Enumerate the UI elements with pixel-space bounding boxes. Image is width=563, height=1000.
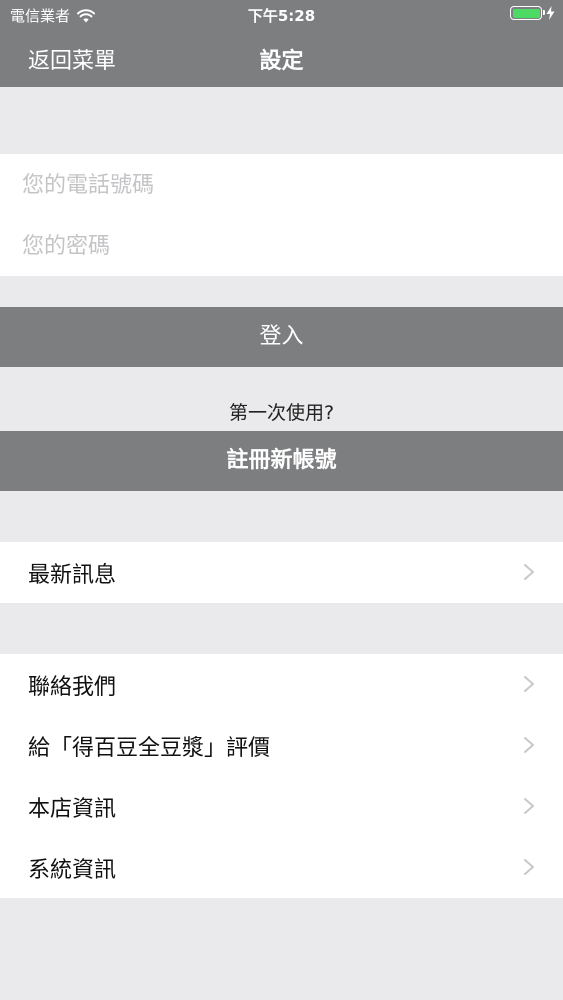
battery-fill — [512, 8, 540, 18]
chevron-right-icon — [524, 798, 534, 814]
password-input[interactable] — [22, 226, 542, 266]
login-form — [0, 154, 563, 276]
menu-item-label: 給「得百豆全豆漿」評價 — [28, 736, 271, 761]
page-title: 設定 — [259, 49, 304, 74]
menu-item-label: 系統資訊 — [28, 858, 117, 883]
menu-item-store-info[interactable]: 本店資訊 — [0, 776, 563, 837]
charging-bolt-icon — [546, 6, 555, 20]
register-button[interactable]: 註冊新帳號 — [0, 431, 563, 491]
menu-item-system-info[interactable]: 系統資訊 — [0, 837, 563, 898]
chevron-right-icon — [524, 737, 534, 753]
chevron-right-icon — [524, 859, 534, 875]
battery-indicator — [510, 6, 555, 20]
menu-item-contact-us[interactable]: 聯絡我們 — [0, 654, 563, 715]
first-time-prompt: 第一次使用? — [228, 402, 335, 424]
phone-input[interactable] — [22, 165, 542, 205]
battery-icon — [510, 6, 545, 20]
menu-item-news[interactable]: 最新訊息 — [0, 542, 563, 603]
chevron-right-icon — [524, 564, 534, 580]
menu-item-label: 最新訊息 — [28, 563, 117, 588]
chevron-right-icon — [524, 676, 534, 692]
menu-item-label: 聯絡我們 — [28, 675, 117, 700]
menu-item-label: 本店資訊 — [28, 797, 117, 822]
menu-group-info: 聯絡我們 給「得百豆全豆漿」評價 本店資訊 系統資訊 — [0, 654, 563, 898]
status-time: 下午5:28 — [247, 7, 316, 25]
status-bar: 電信業者 下午5:28 — [0, 0, 563, 30]
login-button[interactable]: 登入 — [0, 307, 563, 367]
navigation-header: 電信業者 下午5:28 返回菜單 設定 — [0, 0, 563, 87]
menu-group-news: 最新訊息 — [0, 542, 563, 603]
menu-item-rate-app[interactable]: 給「得百豆全豆漿」評價 — [0, 715, 563, 776]
